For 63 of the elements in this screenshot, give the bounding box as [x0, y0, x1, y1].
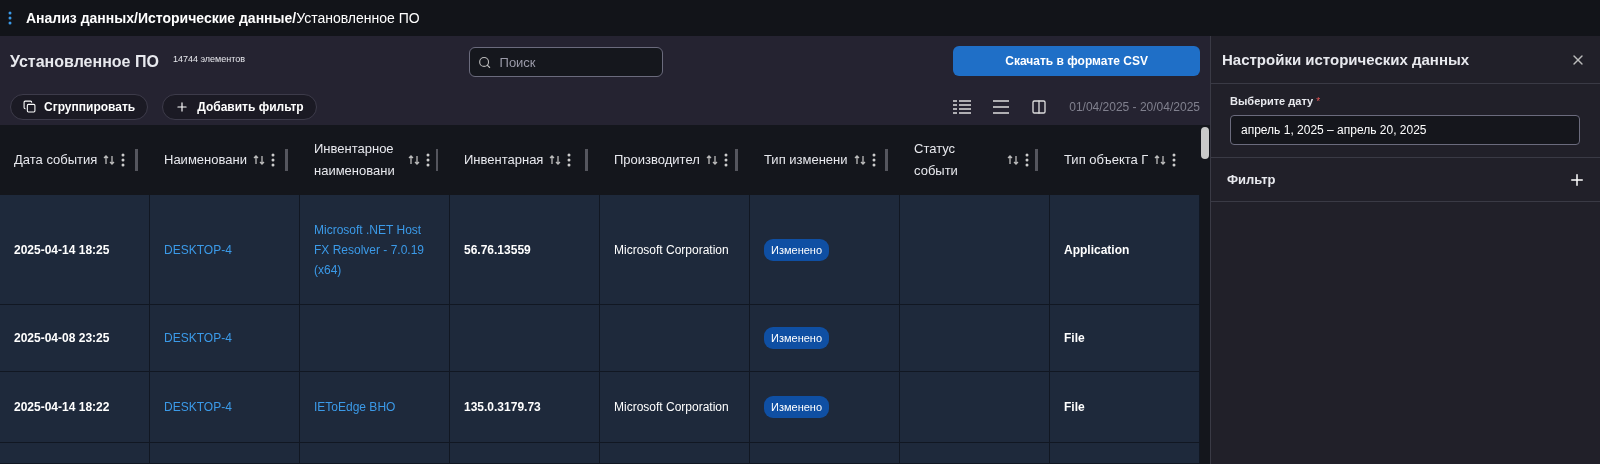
sort-icon[interactable] [705, 154, 718, 166]
column-header[interactable]: Дата события [0, 125, 150, 195]
table-cell: 2025-04-08 23:25 [0, 305, 150, 372]
sort-icon[interactable] [1154, 154, 1167, 166]
sort-icon[interactable] [252, 154, 265, 166]
sort-icon[interactable] [408, 154, 421, 166]
menu-icon[interactable] [993, 99, 1010, 114]
column-header[interactable]: Инвентарная [450, 125, 600, 195]
search-icon [478, 54, 492, 70]
breadcrumb-link[interactable]: Исторические данные/ [137, 10, 297, 26]
kebab-icon[interactable] [567, 153, 572, 167]
kebab-icon[interactable] [1025, 153, 1030, 167]
kebab-icon[interactable] [1172, 153, 1177, 167]
column-header[interactable]: Статус событи [900, 125, 1050, 195]
field-label: Выберите дату [1230, 95, 1314, 107]
table-cell: DESKTOP-4 [150, 305, 300, 372]
panel-title: Настройки исторических данных [1222, 51, 1470, 68]
plus-icon [175, 99, 190, 114]
kebab-icon[interactable] [871, 153, 876, 167]
date-field[interactable]: апрель 1, 2025 – апрель 20, 2025 [1230, 115, 1580, 145]
column-header[interactable]: Тип изменени [750, 125, 900, 195]
kebab-icon[interactable] [723, 153, 728, 167]
panel-icon[interactable] [1031, 98, 1048, 115]
table-cell: IEToEdge BHO [300, 372, 450, 443]
filter-label: Фильтр [1227, 172, 1276, 187]
table-cell: Microsoft Corporation [600, 372, 750, 443]
kebab-icon[interactable] [8, 11, 12, 25]
sort-icon[interactable] [1007, 154, 1020, 166]
page-title: Установленное ПО [10, 53, 159, 71]
column-header[interactable]: Инвентарное наименовани [300, 125, 450, 195]
table-cell: Microsoft Corporation [600, 195, 750, 305]
kebab-icon[interactable] [426, 153, 431, 167]
search-field[interactable]: Поиск [469, 47, 664, 77]
kebab-icon[interactable] [121, 153, 126, 167]
item-count: 14744 элементов [172, 54, 246, 64]
breadcrumb-current: Установленное ПО [296, 10, 420, 26]
table-cell: 2025-04-14 18:25 [0, 195, 150, 305]
status-badge: Изменено [764, 327, 829, 349]
column-header[interactable]: Тип объекта Г [1050, 125, 1200, 195]
breadcrumb-link[interactable]: Анализ данных/ [26, 10, 138, 26]
list-view-icon[interactable] [953, 99, 972, 114]
add-filter-button[interactable]: Добавить фильтр [162, 93, 317, 120]
table-cell: DESKTOP-4 [150, 372, 300, 443]
sort-icon[interactable] [853, 154, 866, 166]
sort-icon[interactable] [103, 154, 116, 166]
sort-icon[interactable] [549, 154, 562, 166]
table-cell: Microsoft .NET Host FX Resolver - 7.0.19 (x64) [300, 195, 450, 305]
status-badge: Изменено [764, 396, 829, 418]
table-cell: 135.0.3179.73 [450, 372, 600, 443]
date-range: 01/04/2025 - 20/04/2025 [1069, 99, 1200, 114]
group-button[interactable]: Сгруппировать [10, 93, 149, 120]
table-cell: DESKTOP-4 [150, 195, 300, 305]
download-button[interactable]: Скачать в формате CSV [953, 46, 1200, 76]
scrollbar-thumb[interactable] [1201, 127, 1209, 159]
table-cell: 56.76.13559 [450, 195, 600, 305]
search-input[interactable]: Поиск [497, 53, 655, 71]
table-cell: 2025-04-14 18:22 [0, 372, 150, 443]
status-badge: Изменено [764, 238, 829, 261]
required-mark: * [1316, 96, 1321, 107]
kebab-icon[interactable] [270, 153, 275, 167]
column-header[interactable]: Производител [600, 125, 750, 195]
copy-icon [23, 100, 36, 113]
column-header[interactable]: Наименовани [150, 125, 300, 195]
